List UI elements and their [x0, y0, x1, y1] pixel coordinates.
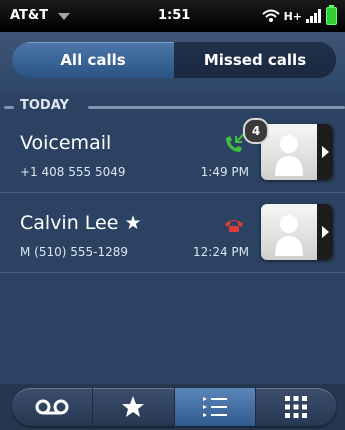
voicemail-icon — [35, 399, 69, 415]
call-list: TODAY Voicemail +1 408 555 5049 1:49 PM … — [0, 92, 345, 384]
row-divider — [0, 192, 345, 193]
section-title: TODAY — [20, 98, 69, 113]
system-icons[interactable]: H+ — [261, 5, 337, 26]
tab-all-calls[interactable]: All calls — [12, 42, 174, 78]
chevron-right-icon — [317, 204, 333, 260]
tab-missed-calls[interactable]: Missed calls — [174, 42, 336, 78]
caller-name: Voicemail — [20, 132, 112, 154]
clock: 1:51 — [158, 8, 191, 23]
carrier-menu-icon[interactable] — [58, 13, 70, 20]
bottom-toolbar — [0, 384, 345, 430]
caller-number: M (510) 555-1289 — [20, 245, 129, 259]
call-row-calvin-lee[interactable]: Calvin Lee ★ M (510) 555-1289 12:24 PM — [0, 196, 345, 272]
missed-call-icon — [225, 220, 243, 232]
caller-number: +1 408 555 5049 — [20, 165, 126, 179]
voicemail-count-badge: 4 — [243, 118, 269, 144]
avatar-placeholder-icon — [275, 215, 303, 256]
section-header: TODAY — [0, 96, 345, 116]
call-time: 12:24 PM — [193, 245, 249, 259]
signal-icon — [306, 9, 321, 23]
call-row-voicemail[interactable]: Voicemail +1 408 555 5049 1:49 PM 4 — [0, 116, 345, 192]
section-divider — [4, 106, 14, 109]
header: All calls Missed calls — [0, 32, 345, 92]
avatar-placeholder-icon — [275, 135, 303, 176]
caller-name: Calvin Lee ★ — [20, 212, 142, 234]
calls-filter-segmented-control: All calls Missed calls — [12, 42, 336, 78]
star-icon — [122, 396, 145, 417]
battery-icon — [326, 5, 337, 25]
favorites-button[interactable] — [93, 388, 175, 426]
dialpad-icon — [284, 396, 307, 418]
toolbar — [12, 388, 336, 426]
caller-name-text: Calvin Lee — [20, 212, 119, 234]
network-type: H+ — [283, 9, 302, 23]
wifi-icon — [261, 9, 280, 22]
favorite-star-icon: ★ — [124, 212, 142, 234]
row-divider — [0, 272, 345, 273]
chevron-right-icon — [317, 124, 333, 180]
status-bar: AT&T 1:51 H+ — [0, 0, 345, 32]
contact-card-button[interactable] — [261, 204, 333, 260]
call-log-button[interactable] — [174, 388, 256, 426]
contact-card-button[interactable] — [261, 124, 333, 180]
dialpad-button[interactable] — [256, 388, 336, 426]
call-time: 1:49 PM — [200, 165, 249, 179]
section-divider — [88, 106, 345, 109]
call-list-icon — [202, 397, 227, 417]
voicemail-button[interactable] — [12, 388, 94, 426]
carrier-label[interactable]: AT&T — [10, 8, 48, 23]
